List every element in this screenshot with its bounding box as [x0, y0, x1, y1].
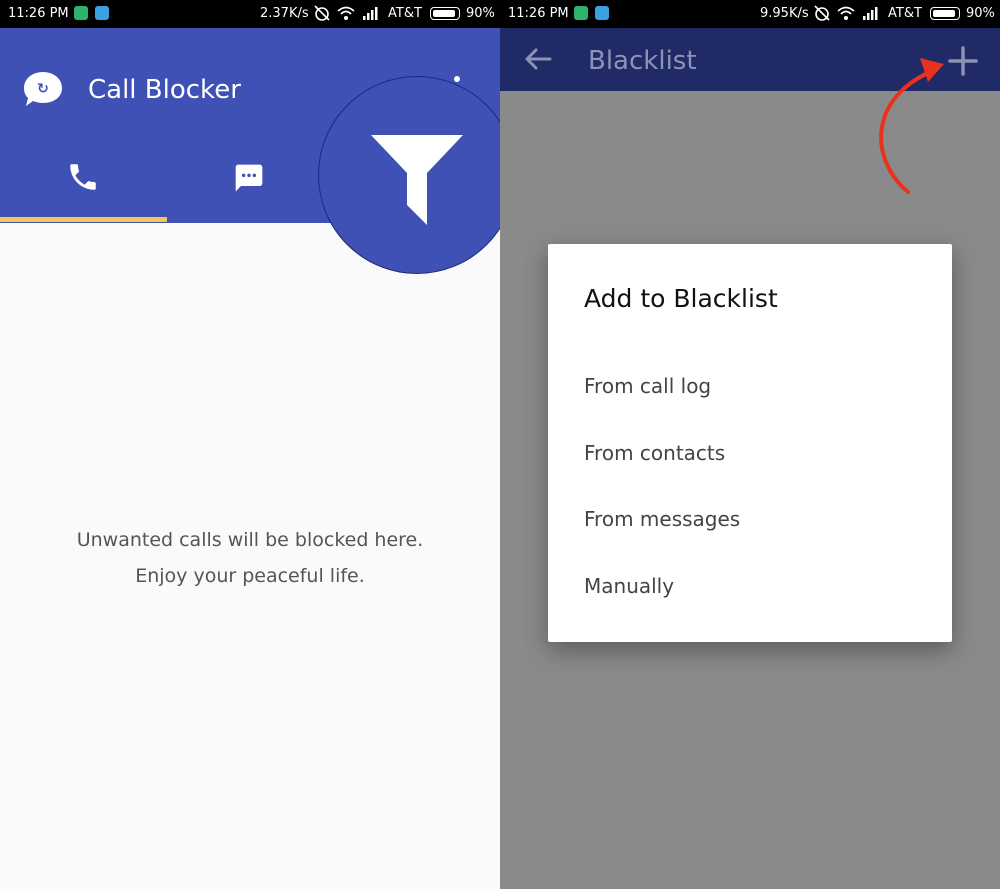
carrier-label: AT&T	[888, 6, 922, 21]
status-time: 11:26 PM	[508, 6, 569, 21]
call-blocker-logo-icon: ↻	[24, 72, 62, 106]
tab-calls[interactable]	[0, 156, 167, 223]
empty-state-line-1: Unwanted calls will be blocked here.	[76, 529, 424, 551]
tab-messages[interactable]	[167, 156, 334, 223]
tab-filter[interactable]	[318, 76, 500, 274]
battery-icon	[430, 7, 460, 20]
option-from-messages[interactable]: From messages	[584, 499, 924, 539]
option-from-call-log[interactable]: From call log	[584, 366, 924, 406]
filter-icon	[371, 135, 463, 225]
network-speed: 2.37K/s	[260, 6, 309, 21]
wifi-icon	[837, 6, 855, 20]
tab-indicator	[0, 217, 167, 222]
carrier-label: AT&T	[388, 6, 422, 21]
message-icon	[235, 164, 263, 192]
signal-icon	[863, 7, 878, 20]
app-notification-icon	[95, 6, 109, 20]
wifi-icon	[337, 6, 355, 20]
status-time: 11:26 PM	[8, 6, 69, 21]
battery-percent: 90%	[466, 6, 495, 21]
svg-text:↻: ↻	[37, 81, 49, 97]
shield-icon	[574, 6, 588, 20]
dialog-title: Add to Blacklist	[584, 284, 778, 313]
add-to-blacklist-dialog: Add to Blacklist From call log From cont…	[548, 244, 952, 642]
battery-icon	[930, 7, 960, 20]
option-from-contacts[interactable]: From contacts	[584, 433, 924, 473]
phone-icon	[70, 164, 96, 190]
app-title: Call Blocker	[88, 75, 241, 105]
empty-state-line-2: Enjoy your peaceful life.	[135, 565, 365, 587]
annotation-arrow-icon	[879, 58, 944, 194]
empty-state-message: Unwanted calls will be blocked here. Enj…	[0, 522, 500, 594]
alarm-off-icon	[814, 5, 830, 21]
back-arrow-icon[interactable]	[522, 45, 554, 73]
blacklist-screen: 11:26 PM 9.95K/s AT&T 90% Blacklist Add …	[500, 0, 1000, 889]
battery-percent: 90%	[966, 6, 995, 21]
app-notification-icon	[595, 6, 609, 20]
network-speed: 9.95K/s	[760, 6, 809, 21]
screen-title: Blacklist	[588, 46, 697, 76]
signal-icon	[363, 7, 378, 20]
call-blocker-screen: 11:26 PM 2.37K/s AT&T 90% ↻ Call Blocker	[0, 0, 500, 889]
status-bar: 11:26 PM 2.37K/s AT&T 90%	[0, 0, 500, 28]
shield-icon	[74, 6, 88, 20]
option-manually[interactable]: Manually	[584, 566, 924, 606]
status-bar: 11:26 PM 9.95K/s AT&T 90%	[500, 0, 1000, 28]
alarm-off-icon	[314, 5, 330, 21]
